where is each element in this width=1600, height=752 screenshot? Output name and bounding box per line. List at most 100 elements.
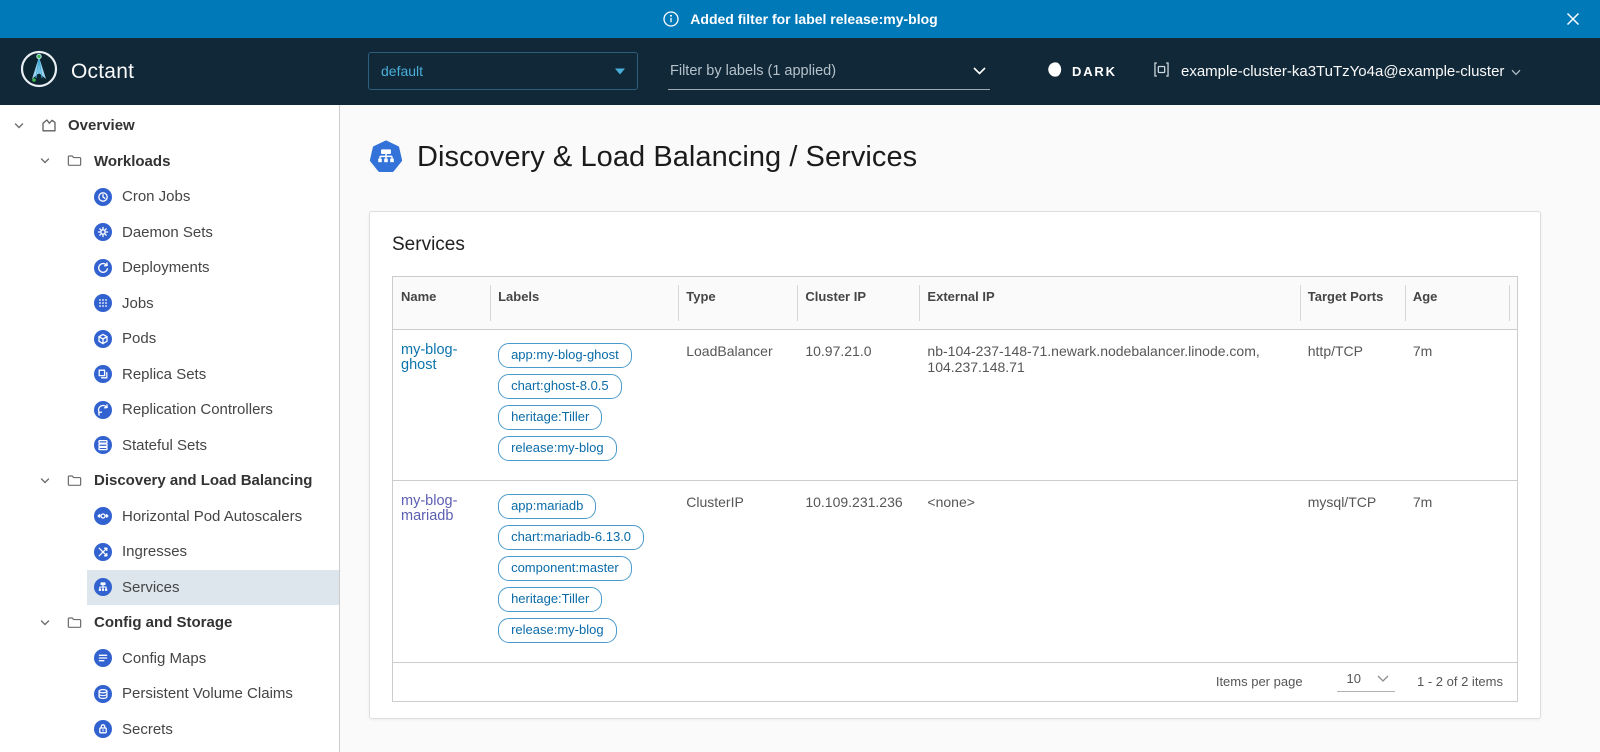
cell-name: my-blog-ghost	[393, 329, 490, 480]
datagrid-footer: Items per page 10 1 - 2 of 2 items	[393, 662, 1517, 701]
sidebar-item-deployments[interactable]: Deployments	[0, 250, 339, 286]
caret-down-icon	[615, 62, 625, 80]
sidebar-item-horizontal-pod-autoscalers[interactable]: Horizontal Pod Autoscalers	[0, 499, 339, 535]
sidebar-item-daemon-sets[interactable]: Daemon Sets	[0, 215, 339, 251]
table-row: my-blog-mariadb app:mariadb chart:mariadb-…	[393, 480, 1517, 662]
column-header-age: Age	[1405, 277, 1509, 329]
sidebar-item-secrets[interactable]: Secrets	[0, 712, 339, 748]
chevron-down-icon[interactable]	[38, 155, 52, 167]
sidebar-item-config-maps[interactable]: Config Maps	[0, 641, 339, 677]
pagination-range: 1 - 2 of 2 items	[1417, 674, 1503, 689]
sidebar-item-label: Daemon Sets	[122, 224, 213, 241]
service-icon	[94, 578, 112, 596]
sidebar-item-label: Config and Storage	[94, 614, 232, 631]
table-row: my-blog-ghost app:my-blog-ghost chart:ghos…	[393, 329, 1517, 480]
service-heptagon-icon	[369, 140, 403, 174]
label-chip[interactable]: chart:ghost-8.0.5	[498, 374, 622, 399]
cell-age: 7m	[1405, 480, 1509, 662]
hpa-icon	[94, 507, 112, 525]
app-name: Octant	[71, 60, 134, 84]
column-header-type: Type	[678, 277, 797, 329]
cell-type: LoadBalancer	[678, 329, 797, 480]
column-header-cluster-ip: Cluster IP	[797, 277, 919, 329]
services-table: NameLabelsTypeCluster IPExternal IPTarge…	[393, 277, 1517, 662]
namespace-selector[interactable]: default	[368, 52, 638, 90]
context-switcher[interactable]: example-cluster-ka3TuTzYo4a@example-clus…	[1152, 38, 1521, 105]
column-header-external-ip: External IP	[919, 277, 1299, 329]
sidebar-item-replication-controllers[interactable]: Replication Controllers	[0, 392, 339, 428]
replicaset-icon	[94, 365, 112, 383]
services-card: Services NameLabelsTypeCluster IPExterna…	[369, 211, 1541, 719]
cell-target-ports: mysql/TCP	[1300, 480, 1405, 662]
sidebar-item-label: Secrets	[122, 721, 173, 738]
namespace-value: default	[381, 63, 615, 79]
cell-cluster-ip: 10.109.231.236	[797, 480, 919, 662]
label-chip[interactable]: app:my-blog-ghost	[498, 343, 632, 368]
label-filter-dropdown[interactable]: Filter by labels (1 applied)	[668, 52, 990, 90]
cluster-icon	[1152, 60, 1171, 84]
sidebar-item-discovery-and-load-balancing[interactable]: Discovery and Load Balancing	[0, 463, 339, 499]
label-chip[interactable]: release:my-blog	[498, 618, 617, 643]
sidebar-item-label: Config Maps	[122, 650, 206, 667]
sidebar-item-label: Pods	[122, 330, 156, 347]
sidebar-item-label: Replica Sets	[122, 366, 206, 383]
chevron-down-icon[interactable]	[38, 617, 52, 629]
cell-name: my-blog-mariadb	[393, 480, 490, 662]
main-content: Discovery & Load Balancing / Services Se…	[340, 105, 1600, 752]
chevron-down-icon	[1511, 63, 1521, 81]
cell-age: 7m	[1405, 329, 1509, 480]
sidebar-item-cron-jobs[interactable]: Cron Jobs	[0, 179, 339, 215]
pod-icon	[94, 330, 112, 348]
ingress-icon	[94, 543, 112, 561]
label-chip[interactable]: component:master	[498, 556, 632, 581]
sidebar-item-replica-sets[interactable]: Replica Sets	[0, 357, 339, 393]
theme-toggle-label: DARK	[1072, 64, 1117, 79]
sidebar-item-workloads[interactable]: Workloads	[0, 144, 339, 180]
octant-logo	[20, 50, 58, 93]
sidebar-nav: OverviewWorkloadsCron Jobs Daemon Sets Dep…	[0, 105, 340, 752]
sidebar-item-label: Horizontal Pod Autoscalers	[122, 508, 302, 525]
page-title: Discovery & Load Balancing / Services	[417, 141, 917, 174]
sidebar-item-ingresses[interactable]: Ingresses	[0, 534, 339, 570]
theme-toggle-button[interactable]: DARK	[1046, 38, 1117, 105]
chevron-down-icon[interactable]	[38, 475, 52, 487]
column-header-target-ports: Target Ports	[1300, 277, 1405, 329]
chevron-down-icon[interactable]	[12, 120, 26, 132]
sidebar-item-stateful-sets[interactable]: Stateful Sets	[0, 428, 339, 464]
service-name-link[interactable]: my-blog-ghost	[401, 343, 480, 375]
sidebar-item-services[interactable]: Services	[0, 570, 339, 606]
column-header-name: Name	[393, 277, 490, 329]
sidebar-item-label: Replication Controllers	[122, 401, 273, 418]
sidebar-item-jobs[interactable]: Jobs	[0, 286, 339, 322]
sidebar-item-persistent-volume-claims[interactable]: Persistent Volume Claims	[0, 676, 339, 712]
overview-icon	[40, 117, 58, 135]
configmap-icon	[94, 649, 112, 667]
label-chip[interactable]: heritage:Tiller	[498, 405, 602, 430]
replication-controller-icon	[94, 401, 112, 419]
label-chip[interactable]: app:mariadb	[498, 494, 596, 519]
close-icon[interactable]	[1564, 10, 1582, 28]
job-icon	[94, 294, 112, 312]
sidebar-item-pods[interactable]: Pods	[0, 321, 339, 357]
column-header-filler	[1509, 277, 1517, 329]
label-chip[interactable]: release:my-blog	[498, 436, 617, 461]
sidebar-item-config-and-storage[interactable]: Config and Storage	[0, 605, 339, 641]
deployment-icon	[94, 259, 112, 277]
pvc-icon	[94, 685, 112, 703]
sidebar-item-label: Persistent Volume Claims	[122, 685, 293, 702]
notification-bar: Added filter for label release:my-blog	[0, 0, 1600, 38]
label-chip[interactable]: chart:mariadb-6.13.0	[498, 525, 644, 550]
page-size-select[interactable]: 10	[1337, 671, 1395, 692]
services-datagrid: NameLabelsTypeCluster IPExternal IPTarge…	[392, 276, 1518, 702]
label-chip[interactable]: heritage:Tiller	[498, 587, 602, 612]
items-per-page-label: Items per page	[1216, 674, 1303, 689]
home-link[interactable]: Octant	[20, 50, 134, 93]
info-circle-icon	[662, 10, 680, 28]
service-name-link[interactable]: my-blog-mariadb	[401, 494, 480, 526]
cell-target-ports: http/TCP	[1300, 329, 1405, 480]
chevron-down-icon	[973, 62, 986, 80]
sidebar-item-label: Discovery and Load Balancing	[94, 472, 312, 489]
sidebar-item-overview[interactable]: Overview	[0, 108, 339, 144]
statefulset-icon	[94, 436, 112, 454]
context-label: example-cluster-ka3TuTzYo4a@example-clus…	[1181, 63, 1504, 80]
